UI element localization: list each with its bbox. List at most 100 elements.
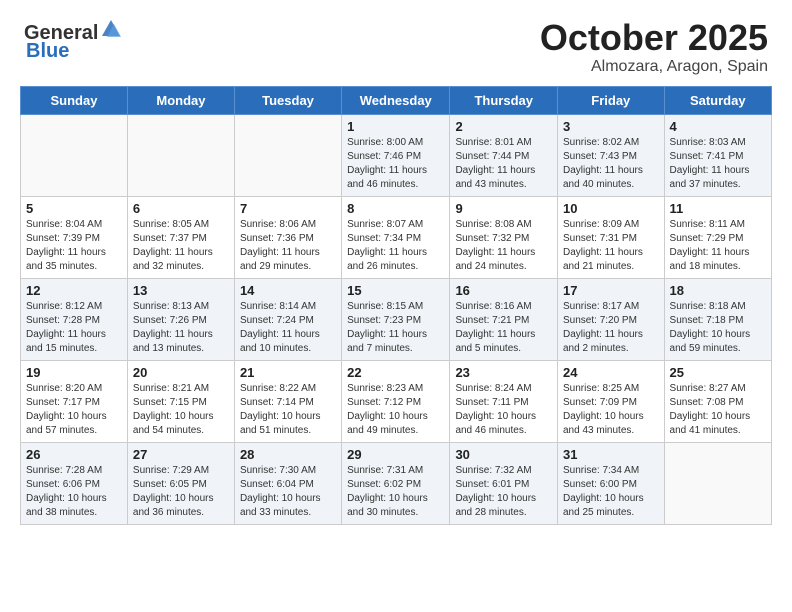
- day-info: Sunrise: 8:02 AM Sunset: 7:43 PM Dayligh…: [563, 136, 659, 192]
- calendar-cell: 10 Sunrise: 8:09 AM Sunset: 7:31 PM Dayli…: [558, 196, 665, 278]
- day-info: Sunrise: 8:27 AM Sunset: 7:08 PM Dayligh…: [670, 382, 766, 438]
- calendar-cell: 7Sunrise: 8:06 AM Sunset: 7:36 PM Daylig…: [234, 196, 341, 278]
- day-number: 4: [670, 119, 766, 134]
- day-info: Sunrise: 8:01 AM Sunset: 7:44 PM Dayligh…: [455, 136, 552, 192]
- calendar-table: SundayMondayTuesdayWednesdayThursdayFrid…: [20, 86, 772, 525]
- day-number: 26: [26, 447, 122, 462]
- calendar-week-3: 12 Sunrise: 8:12 AM Sunset: 7:28 PM Dayli…: [21, 278, 772, 360]
- calendar-cell: 26 Sunrise: 7:28 AM Sunset: 6:06 PM Dayli…: [21, 442, 128, 524]
- calendar-cell: 17Sunrise: 8:17 AM Sunset: 7:20 PM Dayli…: [558, 278, 665, 360]
- day-info: Sunrise: 7:32 AM Sunset: 6:01 PM Dayligh…: [455, 464, 552, 520]
- calendar-cell: 21 Sunrise: 8:22 AM Sunset: 7:14 PM Dayli…: [234, 360, 341, 442]
- calendar-cell: 16 Sunrise: 8:16 AM Sunset: 7:21 PM Dayli…: [450, 278, 558, 360]
- calendar-cell: [664, 442, 771, 524]
- weekday-thursday: Thursday: [450, 86, 558, 114]
- day-info: Sunrise: 8:25 AM Sunset: 7:09 PM Dayligh…: [563, 382, 659, 438]
- day-number: 23: [455, 365, 552, 380]
- calendar-cell: 5Sunrise: 8:04 AM Sunset: 7:39 PM Daylig…: [21, 196, 128, 278]
- calendar-cell: 1Sunrise: 8:00 AM Sunset: 7:46 PM Daylig…: [342, 114, 450, 196]
- month-title: October 2025: [540, 18, 768, 58]
- calendar-cell: 25Sunrise: 8:27 AM Sunset: 7:08 PM Dayli…: [664, 360, 771, 442]
- day-number: 6: [133, 201, 229, 216]
- day-number: 12: [26, 283, 122, 298]
- weekday-wednesday: Wednesday: [342, 86, 450, 114]
- day-number: 30: [455, 447, 552, 462]
- calendar-cell: 31 Sunrise: 7:34 AM Sunset: 6:00 PM Dayli…: [558, 442, 665, 524]
- calendar-cell: 6 Sunrise: 8:05 AM Sunset: 7:37 PM Daylig…: [127, 196, 234, 278]
- day-number: 10: [563, 201, 659, 216]
- day-info: Sunrise: 8:13 AM Sunset: 7:26 PM Dayligh…: [133, 300, 229, 356]
- weekday-friday: Friday: [558, 86, 665, 114]
- day-info: Sunrise: 7:30 AM Sunset: 6:04 PM Dayligh…: [240, 464, 336, 520]
- day-info: Sunrise: 8:05 AM Sunset: 7:37 PM Dayligh…: [133, 218, 229, 274]
- weekday-monday: Monday: [127, 86, 234, 114]
- day-number: 20: [133, 365, 229, 380]
- day-info: Sunrise: 8:15 AM Sunset: 7:23 PM Dayligh…: [347, 300, 444, 356]
- day-number: 2: [455, 119, 552, 134]
- calendar-cell: 20Sunrise: 8:21 AM Sunset: 7:15 PM Dayli…: [127, 360, 234, 442]
- day-number: 16: [455, 283, 552, 298]
- day-info: Sunrise: 8:17 AM Sunset: 7:20 PM Dayligh…: [563, 300, 659, 356]
- day-info: Sunrise: 8:22 AM Sunset: 7:14 PM Dayligh…: [240, 382, 336, 438]
- weekday-saturday: Saturday: [664, 86, 771, 114]
- calendar-cell: 29 Sunrise: 7:31 AM Sunset: 6:02 PM Dayli…: [342, 442, 450, 524]
- day-number: 27: [133, 447, 229, 462]
- day-number: 8: [347, 201, 444, 216]
- calendar-week-1: 1Sunrise: 8:00 AM Sunset: 7:46 PM Daylig…: [21, 114, 772, 196]
- day-info: Sunrise: 8:06 AM Sunset: 7:36 PM Dayligh…: [240, 218, 336, 274]
- day-info: Sunrise: 8:20 AM Sunset: 7:17 PM Dayligh…: [26, 382, 122, 438]
- calendar-cell: 14Sunrise: 8:14 AM Sunset: 7:24 PM Dayli…: [234, 278, 341, 360]
- day-info: Sunrise: 7:28 AM Sunset: 6:06 PM Dayligh…: [26, 464, 122, 520]
- calendar-cell: 24Sunrise: 8:25 AM Sunset: 7:09 PM Dayli…: [558, 360, 665, 442]
- day-number: 18: [670, 283, 766, 298]
- day-info: Sunrise: 8:07 AM Sunset: 7:34 PM Dayligh…: [347, 218, 444, 274]
- weekday-header-row: SundayMondayTuesdayWednesdayThursdayFrid…: [21, 86, 772, 114]
- day-number: 22: [347, 365, 444, 380]
- calendar-cell: 23 Sunrise: 8:24 AM Sunset: 7:11 PM Dayli…: [450, 360, 558, 442]
- day-number: 14: [240, 283, 336, 298]
- day-number: 31: [563, 447, 659, 462]
- calendar-week-4: 19 Sunrise: 8:20 AM Sunset: 7:17 PM Dayli…: [21, 360, 772, 442]
- calendar-cell: 2 Sunrise: 8:01 AM Sunset: 7:44 PM Daylig…: [450, 114, 558, 196]
- day-number: 19: [26, 365, 122, 380]
- calendar-cell: 9 Sunrise: 8:08 AM Sunset: 7:32 PM Daylig…: [450, 196, 558, 278]
- day-info: Sunrise: 7:34 AM Sunset: 6:00 PM Dayligh…: [563, 464, 659, 520]
- day-info: Sunrise: 8:24 AM Sunset: 7:11 PM Dayligh…: [455, 382, 552, 438]
- calendar-cell: [234, 114, 341, 196]
- header: General Blue October 2025 Almozara, Arag…: [0, 0, 792, 86]
- logo-blue: Blue: [26, 41, 69, 61]
- day-info: Sunrise: 8:16 AM Sunset: 7:21 PM Dayligh…: [455, 300, 552, 356]
- title-area: October 2025 Almozara, Aragon, Spain: [540, 18, 768, 76]
- calendar-cell: 11Sunrise: 8:11 AM Sunset: 7:29 PM Dayli…: [664, 196, 771, 278]
- calendar-cell: 3 Sunrise: 8:02 AM Sunset: 7:43 PM Daylig…: [558, 114, 665, 196]
- calendar-cell: 30 Sunrise: 7:32 AM Sunset: 6:01 PM Dayli…: [450, 442, 558, 524]
- day-number: 29: [347, 447, 444, 462]
- day-number: 9: [455, 201, 552, 216]
- location-title: Almozara, Aragon, Spain: [540, 58, 768, 76]
- day-number: 28: [240, 447, 336, 462]
- logo: General Blue: [24, 18, 122, 61]
- calendar-cell: [127, 114, 234, 196]
- calendar-cell: [21, 114, 128, 196]
- calendar-cell: 13 Sunrise: 8:13 AM Sunset: 7:26 PM Dayli…: [127, 278, 234, 360]
- page: General Blue October 2025 Almozara, Arag…: [0, 0, 792, 612]
- weekday-tuesday: Tuesday: [234, 86, 341, 114]
- calendar-cell: 15 Sunrise: 8:15 AM Sunset: 7:23 PM Dayli…: [342, 278, 450, 360]
- calendar-cell: 8 Sunrise: 8:07 AM Sunset: 7:34 PM Daylig…: [342, 196, 450, 278]
- day-info: Sunrise: 8:23 AM Sunset: 7:12 PM Dayligh…: [347, 382, 444, 438]
- day-number: 21: [240, 365, 336, 380]
- day-info: Sunrise: 8:08 AM Sunset: 7:32 PM Dayligh…: [455, 218, 552, 274]
- calendar-cell: 18 Sunrise: 8:18 AM Sunset: 7:18 PM Dayli…: [664, 278, 771, 360]
- day-number: 13: [133, 283, 229, 298]
- day-number: 3: [563, 119, 659, 134]
- calendar-cell: 22 Sunrise: 8:23 AM Sunset: 7:12 PM Dayli…: [342, 360, 450, 442]
- day-number: 15: [347, 283, 444, 298]
- day-info: Sunrise: 8:18 AM Sunset: 7:18 PM Dayligh…: [670, 300, 766, 356]
- calendar-wrapper: SundayMondayTuesdayWednesdayThursdayFrid…: [0, 86, 792, 535]
- day-info: Sunrise: 8:11 AM Sunset: 7:29 PM Dayligh…: [670, 218, 766, 274]
- day-info: Sunrise: 8:12 AM Sunset: 7:28 PM Dayligh…: [26, 300, 122, 356]
- calendar-cell: 19 Sunrise: 8:20 AM Sunset: 7:17 PM Dayli…: [21, 360, 128, 442]
- day-info: Sunrise: 8:09 AM Sunset: 7:31 PM Dayligh…: [563, 218, 659, 274]
- day-number: 1: [347, 119, 444, 134]
- day-info: Sunrise: 7:31 AM Sunset: 6:02 PM Dayligh…: [347, 464, 444, 520]
